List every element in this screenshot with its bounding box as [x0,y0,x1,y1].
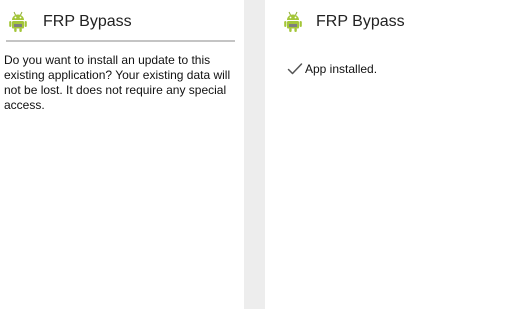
android-robot-icon [9,11,27,32]
installed-screen: FRP Bypass App installed. [265,0,512,309]
install-prompt-screen: FRP Bypass Do you want to install an upd… [0,0,244,309]
app-title: FRP Bypass [316,13,405,30]
app-header: FRP Bypass [0,9,244,35]
android-robot-icon [284,11,302,32]
header-divider [6,40,235,42]
checkmark-icon [287,63,303,75]
app-title: FRP Bypass [43,13,132,30]
status-text: App installed. [305,62,378,76]
app-header: FRP Bypass [265,9,512,35]
install-update-message: Do you want to install an update to this… [4,53,231,112]
